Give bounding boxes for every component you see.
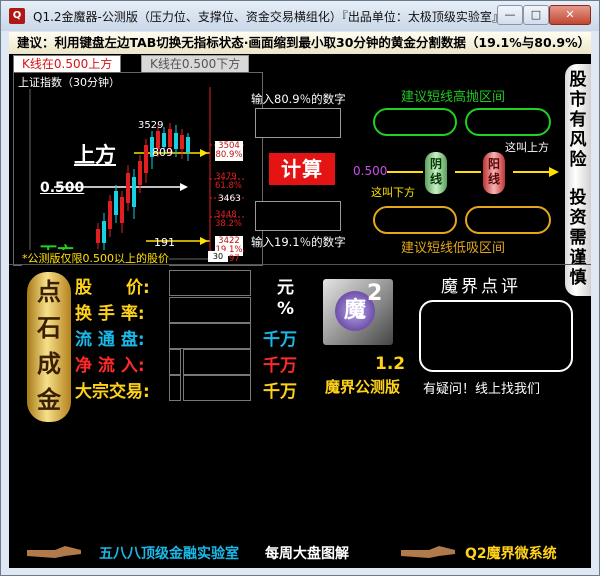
label-turnover: 换 手 率: bbox=[75, 304, 145, 324]
pointing-hand-icon bbox=[401, 546, 455, 558]
yin-line-capsule: 阴线 bbox=[425, 152, 447, 194]
field-block-trade[interactable] bbox=[183, 375, 251, 401]
footer-bar: 五八八顶级金融实验室 每周大盘图解 Q2魔界微系统 bbox=[9, 536, 591, 568]
badge-char-1: 点 bbox=[37, 278, 61, 306]
zones-up-label: 这叫上方 bbox=[505, 141, 549, 154]
review-hint: 有疑问！线上找我们 bbox=[423, 382, 541, 397]
tab-above[interactable]: K线在0.500上方 bbox=[13, 55, 122, 73]
risk-char-5: 险 bbox=[569, 150, 587, 170]
unit-price: 元 bbox=[277, 278, 294, 298]
calculate-button[interactable]: 计算 bbox=[269, 153, 335, 185]
app-icon: Q bbox=[9, 8, 25, 24]
risk-char-7: 资 bbox=[569, 208, 587, 228]
chart-above-label: 上方 bbox=[74, 143, 116, 167]
chart-level-382: 3448 38.2% bbox=[215, 211, 242, 229]
zones-mid-value: 0.500 bbox=[353, 164, 388, 178]
close-button[interactable]: ✕ bbox=[549, 5, 591, 25]
golden-badge: 点 石 成 金 bbox=[27, 272, 71, 422]
high-zone-left-box bbox=[373, 108, 457, 136]
tab-below[interactable]: K线在0.500下方 bbox=[141, 55, 250, 73]
label-block-trade: 大宗交易: bbox=[75, 382, 150, 402]
low-zone-title: 建议短线低吸区间 bbox=[401, 241, 506, 256]
chart-level-500: 3463 bbox=[218, 194, 241, 204]
input-191-label: 输入19.1％的数字 bbox=[251, 235, 346, 249]
unit-block-trade: 千万 bbox=[263, 382, 297, 402]
title-bar: Q Q1.2金魔器-公测版（压力位、支撑位、资金交易横组化）『出品单位：太极顶级… bbox=[1, 1, 599, 31]
input-809-field[interactable] bbox=[255, 108, 341, 138]
badge-char-4: 金 bbox=[37, 386, 61, 414]
low-zone-right-box bbox=[465, 206, 551, 234]
label-float: 流 通 盘: bbox=[75, 330, 145, 350]
unit-turnover: % bbox=[277, 299, 295, 319]
link-weekly-chart[interactable]: 每周大盘图解 bbox=[265, 543, 349, 563]
risk-char-3: 有 bbox=[569, 110, 587, 130]
review-box bbox=[419, 300, 573, 372]
chart-period-tag: 30 bbox=[208, 251, 228, 262]
window-title: Q1.2金魔器-公测版（压力位、支撑位、资金交易横组化）『出品单位：太极顶级实验… bbox=[33, 10, 504, 24]
unit-float: 千万 bbox=[263, 330, 297, 350]
chart-high-label: 3529 bbox=[138, 120, 164, 131]
app-window: Q Q1.2金魔器-公测版（压力位、支撑位、资金交易横组化）『出品单位：太极顶级… bbox=[0, 0, 600, 576]
field-netflow[interactable] bbox=[183, 349, 251, 375]
zones-down-label: 这叫下方 bbox=[371, 186, 415, 199]
risk-char-10: 慎 bbox=[569, 268, 587, 288]
mojie-logo: 魔 2 bbox=[323, 279, 393, 345]
chart-box-809: 3504 80.9% bbox=[215, 141, 243, 161]
logo-name: 魔界公测版 bbox=[325, 378, 401, 396]
label-price: 股 价: bbox=[75, 278, 150, 298]
low-zone-left-box bbox=[373, 206, 457, 234]
risk-char-9: 谨 bbox=[569, 248, 587, 268]
yang-line-capsule: 阳线 bbox=[483, 152, 505, 194]
pointing-hand-icon bbox=[27, 546, 81, 558]
high-zone-title: 建议短线高抛区间 bbox=[401, 90, 506, 105]
chart-level-191: 191 bbox=[154, 236, 175, 249]
link-micro-system[interactable]: Q2魔界微系统 bbox=[465, 543, 557, 563]
field-block-sign[interactable] bbox=[169, 375, 181, 401]
index-chart-panel: 上证指数（30分钟） 3529 上方 0.500 809 191 3504 80… bbox=[13, 72, 263, 266]
chart-box-809-pct: 80.9% bbox=[215, 150, 243, 160]
field-netflow-sign[interactable] bbox=[169, 349, 181, 375]
unit-netflow: 千万 bbox=[263, 356, 297, 376]
chart-level-809: 809 bbox=[152, 146, 173, 159]
chart-level-618-pct: 61.8% bbox=[215, 181, 243, 191]
field-float[interactable] bbox=[169, 323, 251, 349]
review-title: 魔界点评 bbox=[441, 277, 521, 297]
field-price[interactable] bbox=[169, 270, 251, 296]
badge-char-3: 成 bbox=[37, 350, 61, 378]
high-zone-right-box bbox=[465, 108, 551, 136]
chart-level-618: 3479 61.8% bbox=[215, 173, 242, 191]
risk-char-4: 风 bbox=[569, 130, 587, 150]
risk-char-6: 投 bbox=[569, 188, 587, 208]
minimize-button[interactable]: — bbox=[497, 5, 523, 25]
risk-char-1: 股 bbox=[569, 70, 587, 90]
maximize-button[interactable]: □ bbox=[523, 5, 549, 25]
risk-char-2: 市 bbox=[569, 90, 587, 110]
risk-char-8: 需 bbox=[569, 228, 587, 248]
input-191-field[interactable] bbox=[255, 201, 341, 231]
link-lab[interactable]: 五八八顶级金融实验室 bbox=[99, 543, 239, 563]
field-turnover[interactable] bbox=[169, 297, 251, 323]
client-area: 建议：利用键盘左边TAB切换无指标状态·画面缩到最小取30分钟的黄金分割数据（1… bbox=[9, 32, 591, 568]
section-divider bbox=[9, 264, 591, 265]
logo-superscript: 2 bbox=[367, 281, 383, 306]
tip-bar: 建议：利用键盘左边TAB切换无指标状态·画面缩到最小取30分钟的黄金分割数据（1… bbox=[9, 32, 591, 54]
label-netflow: 净 流 入: bbox=[75, 356, 145, 376]
logo-version: 1.2 bbox=[375, 354, 406, 374]
chart-level-382-pct: 38.2% bbox=[215, 219, 243, 229]
risk-warning-banner: 股 市 有 风 险 投 资 需 谨 慎 bbox=[565, 64, 591, 296]
badge-char-2: 石 bbox=[37, 314, 61, 342]
input-809-label: 输入80.9％的数字 bbox=[251, 92, 346, 106]
chart-mid-value: 0.500 bbox=[40, 180, 85, 196]
